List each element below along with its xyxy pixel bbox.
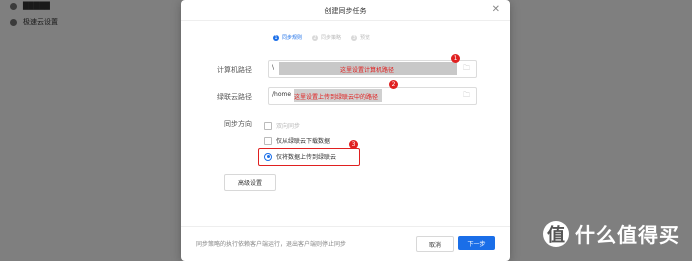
option-download-only[interactable]: 仅从绿联云下载数据 (264, 136, 330, 145)
divider (181, 20, 510, 21)
checkbox-icon (264, 121, 272, 130)
annotation-badge-2: 2 (389, 80, 398, 89)
cloud-path-field[interactable]: /home 这里设置上传到绿联云中的路径 🗀 (268, 87, 477, 105)
next-button[interactable]: 下一步 (458, 236, 495, 250)
watermark: 值 什么值得买 (543, 219, 680, 248)
computer-path-field[interactable]: \ 这里设置计算机路径 🗀 (268, 60, 477, 78)
sync-direction-label: 同步方向 (224, 120, 252, 128)
folder-icon[interactable]: 🗀 (463, 64, 470, 75)
annotation-badge-1: 1 (451, 54, 460, 63)
create-sync-task-dialog: 创建同步任务 ✕ 1 同步规则 2 同步策略 3 预览 计算机路径 \ 这里设置… (181, 0, 510, 261)
computer-path-annotation: 这里设置计算机路径 (340, 67, 395, 74)
step-1: 1 同步规则 (273, 34, 303, 41)
folder-icon[interactable]: 🗀 (463, 91, 470, 102)
dialog-title: 创建同步任务 (324, 7, 367, 15)
annotation-badge-3: 3 (349, 140, 358, 149)
stepper: 1 同步规则 2 同步策略 3 预览 (273, 34, 370, 41)
cloud-path-annotation: 这里设置上传到绿联云中的路径 (294, 94, 379, 101)
step-2: 2 同步策略 (312, 34, 342, 41)
close-icon[interactable]: ✕ (492, 4, 500, 15)
option-two-way-sync[interactable]: 双向同步 (264, 121, 300, 130)
checkbox-icon (264, 136, 272, 145)
advanced-settings-button[interactable]: 高级设置 (224, 174, 276, 191)
computer-path-label: 计算机路径 (217, 66, 252, 74)
annotation-highlight-box (258, 148, 360, 166)
watermark-logo-icon: 值 (543, 220, 569, 247)
divider (181, 226, 510, 227)
step-3: 3 预览 (351, 34, 371, 41)
cloud-path-label: 绿联云路径 (217, 93, 252, 101)
cancel-button[interactable]: 取消 (416, 236, 454, 252)
watermark-text: 什么值得买 (575, 223, 680, 247)
footnote: 同步策略的执行依赖客户端运行，退出客户端则停止同步 (196, 241, 347, 248)
